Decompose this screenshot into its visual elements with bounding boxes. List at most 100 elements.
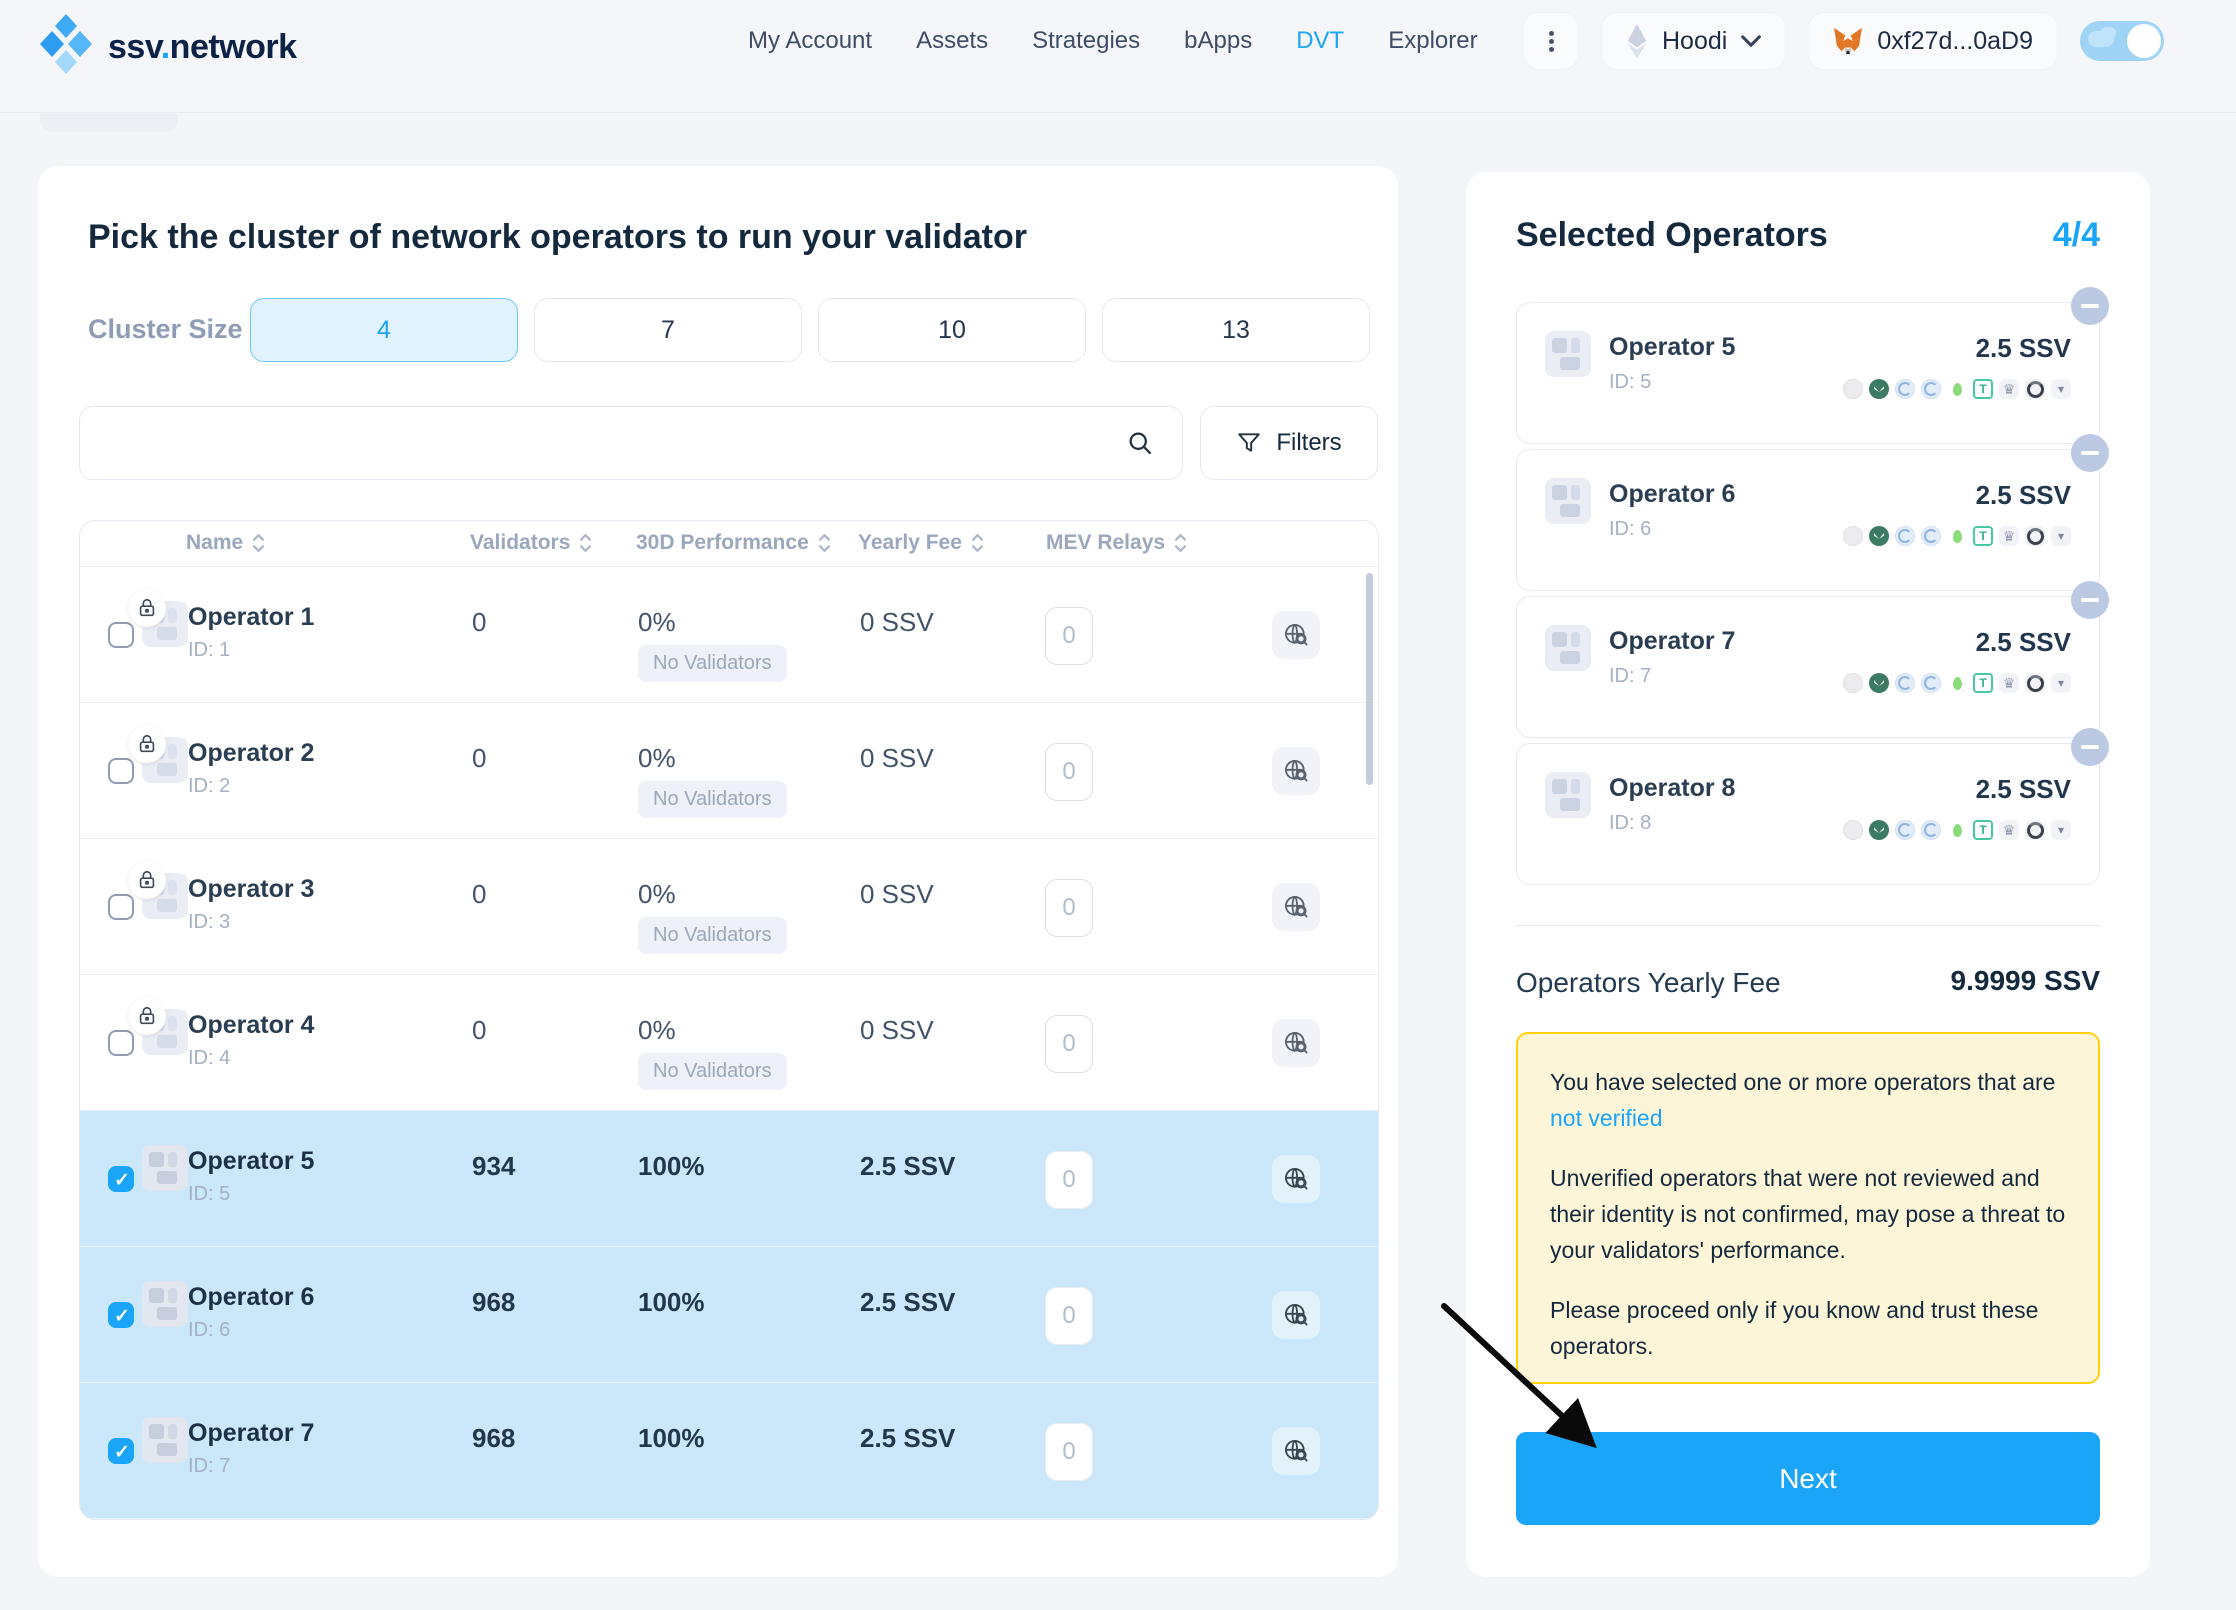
no-validators-badge: No Validators [638, 645, 787, 682]
explorer-link-icon[interactable] [1272, 611, 1320, 659]
relay-icon-green-mask [1869, 379, 1889, 399]
sort-icon [578, 532, 593, 554]
yearly-fee-total: 9.9999 SSV [1951, 965, 2100, 997]
column-header-performance[interactable]: 30D Performance [636, 531, 832, 555]
column-header-validators[interactable]: Validators [470, 531, 593, 555]
nav-explorer[interactable]: Explorer [1388, 27, 1477, 55]
not-verified-link[interactable]: not verified [1550, 1105, 1663, 1131]
wallet-button[interactable]: 0xf27d...0aD9 [1808, 12, 2058, 70]
validators-count: 968 [472, 1287, 515, 1318]
table-row-operator-6[interactable]: Operator 6 ID: 6 968 100% 2.5 SSV 0 [80, 1247, 1378, 1383]
remove-operator-button[interactable] [2071, 581, 2109, 619]
validators-count: 968 [472, 1423, 515, 1454]
filters-button[interactable]: Filters [1200, 406, 1378, 480]
search-icon[interactable] [1126, 429, 1154, 462]
search-input[interactable] [104, 407, 1094, 477]
more-menu-button[interactable] [1523, 12, 1579, 70]
table-scrollbar[interactable] [1366, 573, 1373, 785]
operator-avatar [1545, 478, 1591, 524]
row-checkbox[interactable] [108, 1030, 134, 1056]
remove-operator-button[interactable] [2071, 287, 2109, 325]
top-nav: ssv.network My Account Assets Strategies… [0, 0, 2236, 113]
explorer-link-icon[interactable] [1272, 1291, 1320, 1339]
selected-operators-title: Selected Operators [1516, 216, 1828, 255]
cloud-icon [2100, 27, 2116, 39]
mev-relay-icons [1843, 820, 2071, 840]
operator-id: ID: 7 [188, 1455, 230, 1478]
operator-name: Operator 2 [188, 739, 314, 768]
mev-relays-count: 0 [1045, 743, 1093, 801]
page-title: Pick the cluster of network operators to… [88, 218, 1027, 257]
yearly-fee-value: 0 SSV [860, 607, 934, 638]
filters-label: Filters [1276, 429, 1341, 457]
table-row-operator-1[interactable]: Operator 1 ID: 1 0 0% No Validators 0 SS… [80, 567, 1378, 703]
row-checkbox[interactable] [108, 622, 134, 648]
operator-name: Operator 8 [1609, 774, 1735, 803]
performance-value: 100% [638, 1151, 705, 1182]
operator-name: Operator 7 [188, 1419, 314, 1448]
column-header-mev-relays[interactable]: MEV Relays [1046, 531, 1188, 555]
relay-icon-green-leaf [1947, 379, 1967, 399]
operator-search [79, 406, 1183, 480]
next-button[interactable]: Next [1516, 1432, 2100, 1525]
operator-id: ID: 3 [188, 911, 230, 934]
sort-icon [1173, 532, 1188, 554]
yearly-fee-value: 0 SSV [860, 1015, 934, 1046]
row-checkbox[interactable] [108, 894, 134, 920]
operator-avatar [142, 1145, 188, 1191]
performance-value: 100% [638, 1423, 705, 1454]
row-checkbox-checked[interactable] [108, 1166, 134, 1192]
operator-name: Operator 5 [188, 1147, 314, 1176]
cluster-size-7[interactable]: 7 [534, 298, 802, 362]
row-checkbox[interactable] [108, 758, 134, 784]
column-header-yearly-fee[interactable]: Yearly Fee [858, 531, 985, 555]
row-checkbox-checked[interactable] [108, 1438, 134, 1464]
cluster-size-4[interactable]: 4 [250, 298, 518, 362]
yearly-fee-label: Operators Yearly Fee [1516, 967, 1781, 999]
explorer-link-icon[interactable] [1272, 1427, 1320, 1475]
network-selector[interactable]: Hoodi [1601, 12, 1786, 70]
explorer-link-icon[interactable] [1272, 883, 1320, 931]
ethereum-icon [1626, 24, 1648, 58]
column-header-name[interactable]: Name [186, 531, 266, 555]
relay-icon-dark-ring [2025, 673, 2045, 693]
relay-icon-grey-globe [1843, 379, 1863, 399]
nav-my-account[interactable]: My Account [748, 27, 872, 55]
remove-operator-button[interactable] [2071, 728, 2109, 766]
relay-icon-titan-t [1973, 820, 1993, 840]
explorer-link-icon[interactable] [1272, 1155, 1320, 1203]
performance-value: 0% [638, 1015, 676, 1046]
row-checkbox-checked[interactable] [108, 1302, 134, 1328]
nav-dvt[interactable]: DVT [1296, 27, 1344, 55]
scrolled-element-remnant [40, 114, 178, 132]
lock-icon [128, 725, 166, 763]
nav-bapps[interactable]: bApps [1184, 27, 1252, 55]
lock-icon [128, 997, 166, 1035]
cluster-size-13[interactable]: 13 [1102, 298, 1370, 362]
performance-value: 0% [638, 879, 676, 910]
table-row-operator-5[interactable]: Operator 5 ID: 5 934 100% 2.5 SSV 0 [80, 1111, 1378, 1247]
relay-icon-green-mask [1869, 820, 1889, 840]
relay-icon-crown [1999, 820, 2019, 840]
explorer-link-icon[interactable] [1272, 1019, 1320, 1067]
remove-operator-button[interactable] [2071, 434, 2109, 472]
mev-relay-icons [1843, 526, 2071, 546]
theme-toggle[interactable] [2080, 21, 2164, 61]
relay-icon-dark-ring [2025, 526, 2045, 546]
network-name: Hoodi [1662, 27, 1727, 56]
explorer-link-icon[interactable] [1272, 747, 1320, 795]
yearly-fee-value: 2.5 SSV [860, 1287, 955, 1318]
table-row-operator-2[interactable]: Operator 2 ID: 2 0 0% No Validators 0 SS… [80, 703, 1378, 839]
nav-strategies[interactable]: Strategies [1032, 27, 1140, 55]
table-row-operator-3[interactable]: Operator 3 ID: 3 0 0% No Validators 0 SS… [80, 839, 1378, 975]
operator-avatar [142, 1417, 188, 1463]
logo-text: ssv.network [108, 28, 297, 67]
cluster-size-10[interactable]: 10 [818, 298, 1086, 362]
table-row-operator-4[interactable]: Operator 4 ID: 4 0 0% No Validators 0 SS… [80, 975, 1378, 1111]
nav-assets[interactable]: Assets [916, 27, 988, 55]
table-row-operator-7[interactable]: Operator 7 ID: 7 968 100% 2.5 SSV 0 [80, 1383, 1378, 1519]
operator-id: ID: 6 [1609, 518, 1651, 541]
yearly-fee-value: 2.5 SSV [860, 1151, 955, 1182]
cluster-size-label: Cluster Size [88, 314, 243, 345]
app-logo[interactable]: ssv.network [38, 14, 297, 80]
